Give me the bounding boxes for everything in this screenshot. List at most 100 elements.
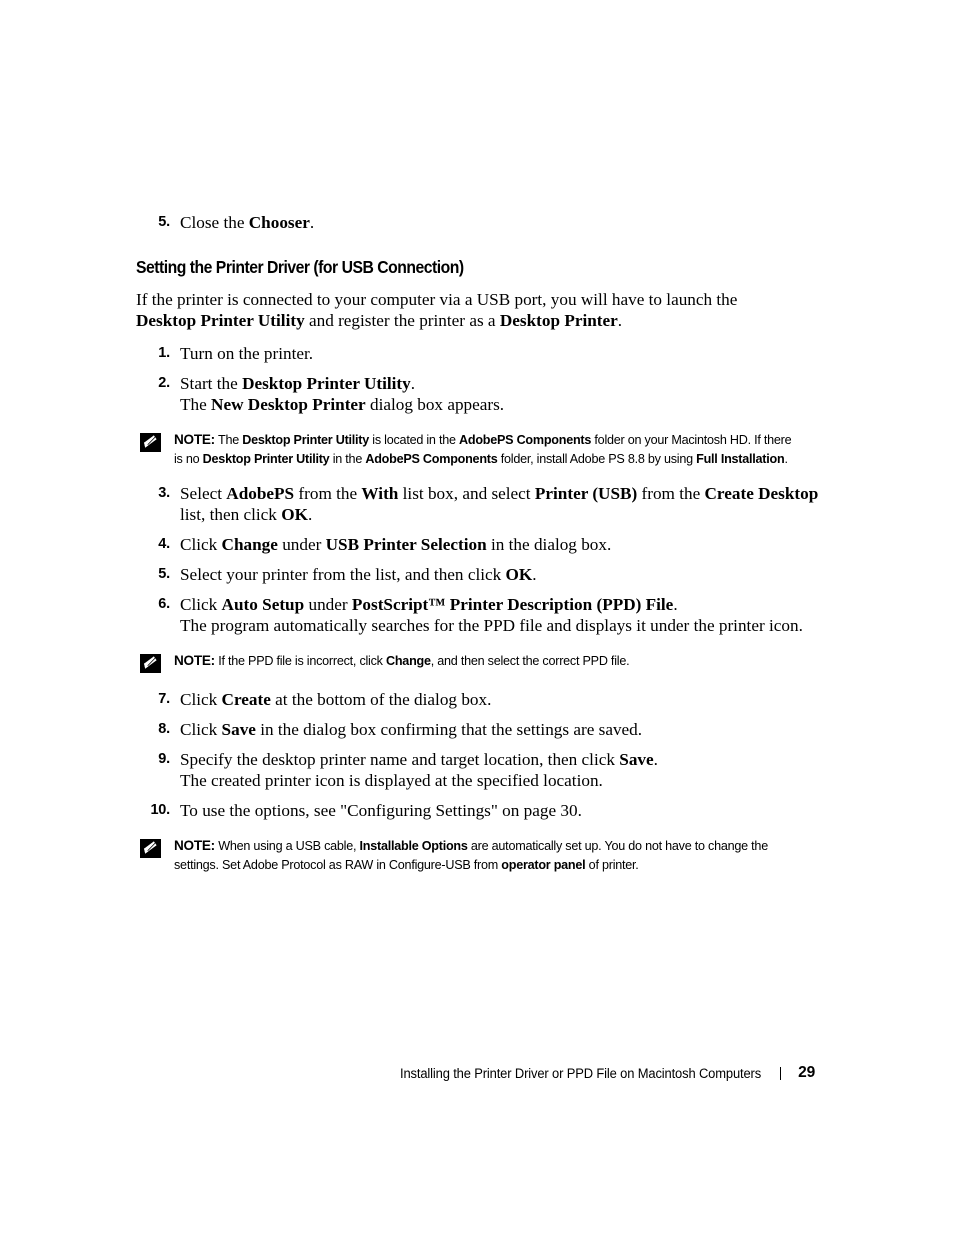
text-run: The bbox=[180, 395, 212, 414]
text-run: list, then click bbox=[180, 505, 282, 524]
step-number: 1. bbox=[158, 345, 170, 361]
note-text: NOTE: The Desktop Printer Utility is loc… bbox=[174, 431, 795, 467]
list-item-step-5-continued: 5. Close the Chooser. bbox=[136, 212, 824, 233]
text-run: of printer. bbox=[585, 856, 639, 872]
text-run: is located in the bbox=[369, 432, 460, 447]
intro-text-part: and register the printer as a bbox=[304, 311, 500, 330]
text-emphasis: PostScript™ Printer Description (PPD) Fi… bbox=[351, 595, 674, 614]
text-run: in the dialog box confirming that the se… bbox=[255, 720, 643, 739]
text-run: . bbox=[532, 565, 537, 584]
page-footer: Installing the Printer Driver or PPD Fil… bbox=[0, 1062, 954, 1084]
text-run: folder, install Adobe PS 8.8 by using bbox=[497, 450, 697, 466]
step-text: Select your printer from the list, and t… bbox=[180, 564, 824, 585]
text-emphasis: USB Printer Selection bbox=[325, 535, 487, 554]
text-run: under bbox=[277, 535, 326, 554]
text-emphasis: Create Desktop bbox=[704, 484, 819, 503]
list-item: 3. Select AdobePS from the With list box,… bbox=[136, 483, 824, 525]
text-run: in the dialog box. bbox=[486, 535, 612, 554]
text-run: under bbox=[304, 595, 352, 614]
text-emphasis: AdobePS bbox=[226, 484, 295, 503]
step-text: Click Change under USB Printer Selection… bbox=[180, 534, 824, 555]
note-block: NOTE: The Desktop Printer Utility is loc… bbox=[136, 431, 824, 467]
list-item: 7. Click Create at the bottom of the dial… bbox=[136, 689, 824, 710]
text-run: . bbox=[784, 450, 788, 466]
text-emphasis: Desktop Printer Utility bbox=[202, 450, 330, 466]
page-content: 5. Close the Chooser. Setting the Printe… bbox=[136, 212, 824, 889]
text-run: at the bottom of the dialog box. bbox=[270, 690, 492, 709]
pencil-note-icon bbox=[140, 654, 161, 673]
text-run: dialog box appears. bbox=[365, 395, 505, 414]
step-number: 6. bbox=[158, 596, 170, 612]
step-text: Turn on the printer. bbox=[180, 343, 824, 364]
list-item: 10. To use the options, see "Configuring … bbox=[136, 800, 824, 821]
document-page: 5. Close the Chooser. Setting the Printe… bbox=[0, 0, 954, 1235]
text-run: Select bbox=[180, 484, 227, 503]
step-number: 10. bbox=[150, 802, 170, 818]
text-emphasis: AdobePS Components bbox=[365, 450, 498, 466]
step-number: 7. bbox=[158, 691, 170, 707]
text-run: Turn on the printer. bbox=[180, 344, 314, 363]
text-run: from the bbox=[294, 484, 362, 503]
text-emphasis: Save bbox=[221, 720, 256, 739]
text-emphasis: Desktop Printer Utility bbox=[242, 432, 370, 447]
procedure-flow: 1. Turn on the printer. 2. Start the Deskto… bbox=[136, 343, 824, 873]
list-item: 5. Select your printer from the list, and… bbox=[136, 564, 824, 585]
text-emphasis: Full Installation bbox=[696, 450, 785, 466]
text-run: Click bbox=[180, 535, 222, 554]
step-text-bold: Chooser bbox=[248, 213, 310, 232]
text-run: Start the bbox=[180, 374, 243, 393]
text-run: Select your printer from the list, and t… bbox=[180, 565, 506, 584]
text-run: When using a USB cable, bbox=[214, 838, 360, 853]
text-run: from the bbox=[637, 484, 705, 503]
step-text: To use the options, see "Configuring Set… bbox=[180, 800, 824, 821]
step-text: Click Auto Setup under PostScript™ Print… bbox=[180, 594, 824, 636]
step-number: 8. bbox=[158, 721, 170, 737]
footer-title: Installing the Printer Driver or PPD Fil… bbox=[400, 1065, 762, 1081]
text-emphasis: Installable Options bbox=[359, 838, 468, 853]
text-run: To use the options, see "Configuring Set… bbox=[180, 801, 582, 820]
step-text-part: . bbox=[309, 213, 315, 232]
intro-paragraph: If the printer is connected to your comp… bbox=[136, 289, 766, 331]
text-emphasis: Auto Setup bbox=[221, 595, 305, 614]
pencil-note-icon bbox=[140, 839, 161, 858]
text-emphasis: New Desktop Printer bbox=[211, 395, 366, 414]
list-item: 2. Start the Desktop Printer Utility. The … bbox=[136, 373, 824, 415]
intro-text-bold: Desktop Printer Utility bbox=[136, 311, 305, 330]
text-emphasis: operator panel bbox=[501, 856, 586, 872]
section-heading: Setting the Printer Driver (for USB Conn… bbox=[136, 257, 464, 277]
list-item: 9. Specify the desktop printer name and t… bbox=[136, 749, 824, 791]
text-run: If the PPD file is incorrect, click bbox=[214, 653, 386, 668]
note-text: NOTE: If the PPD file is incorrect, clic… bbox=[174, 652, 795, 671]
text-run: . bbox=[307, 505, 313, 524]
text-run: The bbox=[214, 432, 243, 447]
text-emphasis: With bbox=[361, 484, 399, 503]
text-emphasis: OK bbox=[505, 565, 533, 584]
list-item: 4. Click Change under USB Printer Selecti… bbox=[136, 534, 824, 555]
text-run: . bbox=[653, 750, 658, 769]
note-label: NOTE: bbox=[174, 653, 215, 669]
text-run: list box, and select bbox=[398, 484, 535, 503]
step-number: 3. bbox=[158, 485, 170, 501]
note-text: NOTE: When using a USB cable, Installabl… bbox=[174, 837, 795, 873]
note-label: NOTE: bbox=[174, 432, 215, 448]
text-run: . bbox=[410, 374, 416, 393]
step-number: 5. bbox=[158, 566, 170, 582]
text-emphasis: Change bbox=[385, 653, 431, 668]
step-number: 4. bbox=[158, 536, 170, 552]
text-run: Specify the desktop printer name and tar… bbox=[180, 750, 620, 769]
step-text: Select AdobePS from the With list box, a… bbox=[180, 483, 824, 525]
note-block: NOTE: When using a USB cable, Installabl… bbox=[136, 837, 824, 873]
text-emphasis: OK bbox=[281, 505, 308, 524]
pencil-note-icon bbox=[140, 433, 161, 452]
intro-text-part: . bbox=[617, 311, 623, 330]
text-emphasis: Change bbox=[221, 535, 278, 554]
text-emphasis: Save bbox=[619, 750, 654, 769]
text-run: The program automatically searches for t… bbox=[180, 616, 803, 635]
text-emphasis: Desktop Printer Utility bbox=[242, 374, 411, 393]
step-text: Specify the desktop printer name and tar… bbox=[180, 749, 824, 791]
footer-separator bbox=[780, 1066, 782, 1080]
note-label: NOTE: bbox=[174, 838, 215, 854]
text-run: Click bbox=[180, 595, 222, 614]
text-run: , and then select the correct PPD file. bbox=[430, 653, 630, 668]
list-item: 1. Turn on the printer. bbox=[136, 343, 824, 364]
